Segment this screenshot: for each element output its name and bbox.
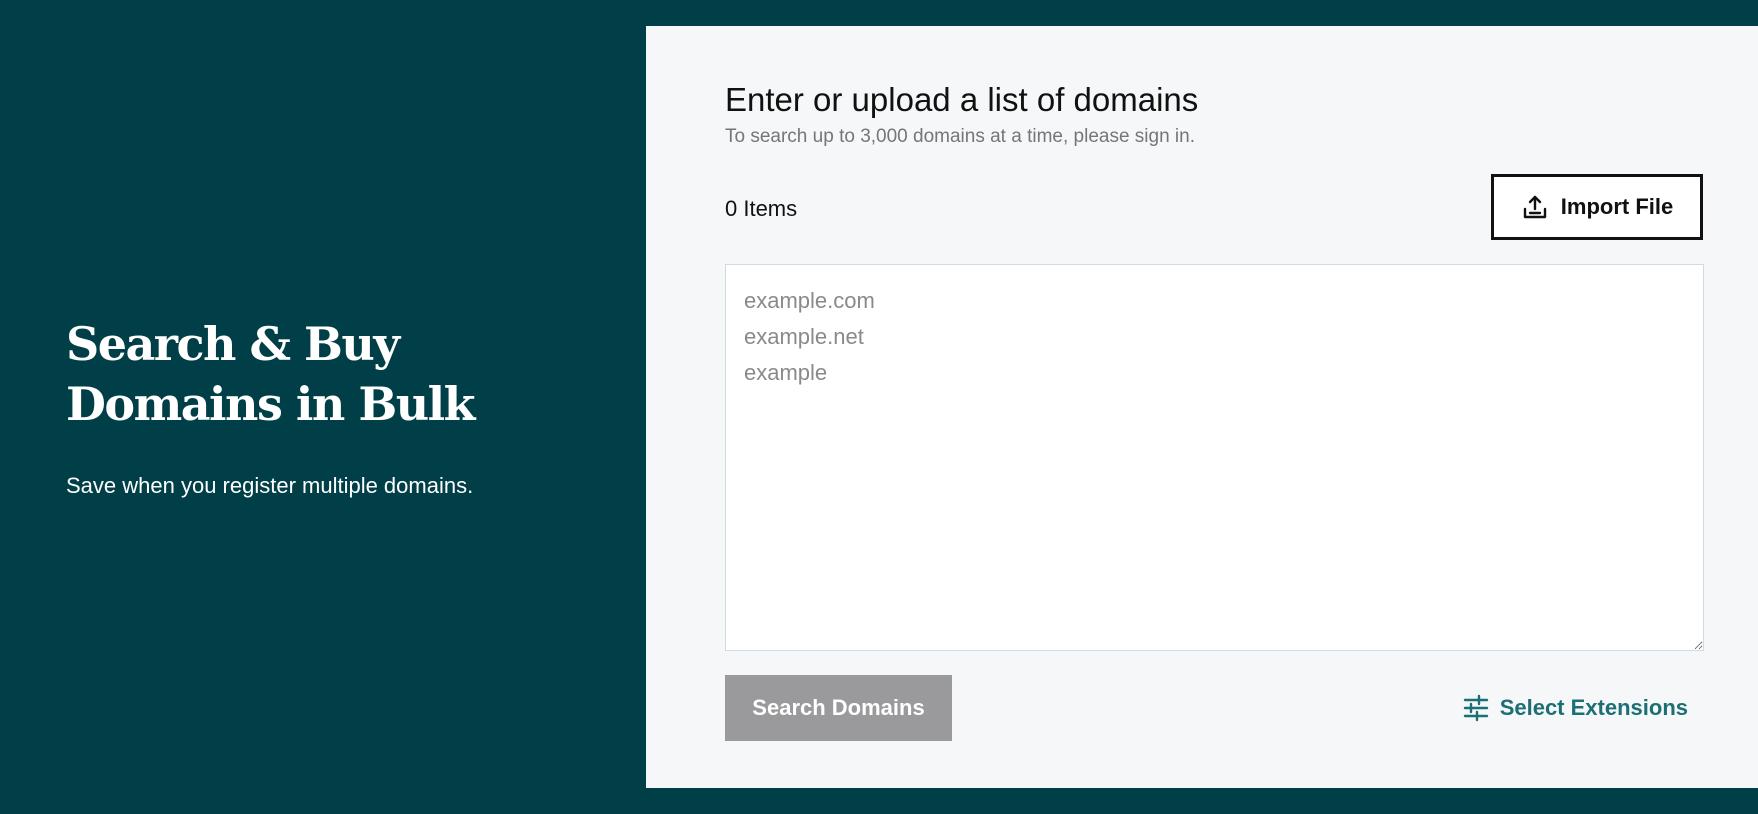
domain-list-input[interactable] [725, 264, 1704, 651]
upload-icon [1521, 193, 1549, 221]
import-file-label: Import File [1560, 194, 1674, 219]
select-extensions-button[interactable]: Select Extensions [1462, 688, 1688, 728]
hero-subtitle: Save when you register multiple domains. [66, 473, 474, 498]
hero-title: Search & Buy Domains in Bulk [66, 317, 476, 431]
hero: Search & Buy Domains in Bulk Save when y… [66, 314, 626, 501]
select-extensions-label: Select Extensions [1499, 695, 1688, 720]
bulk-search-panel: Enter or upload a list of domains To sea… [646, 26, 1758, 788]
panel-title: Enter or upload a list of domains [725, 81, 1199, 118]
search-domains-button[interactable]: Search Domains [725, 675, 952, 741]
panel-subtitle: To search up to 3,000 domains at a time,… [725, 126, 1195, 147]
sliders-icon [1462, 694, 1490, 722]
item-count: 0 Items [725, 196, 798, 221]
import-file-button[interactable]: Import File [1491, 174, 1703, 240]
